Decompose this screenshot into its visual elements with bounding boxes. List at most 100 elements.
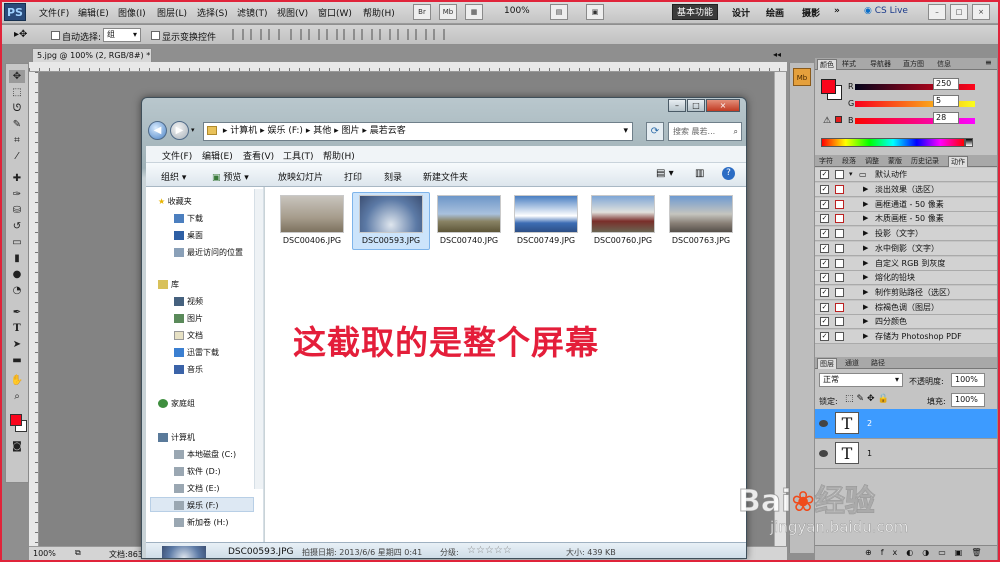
action-dialog-toggle[interactable] xyxy=(835,302,844,312)
search-input[interactable]: 搜索 晨若... ⌕ xyxy=(668,122,742,141)
action-dialog-toggle[interactable] xyxy=(835,273,844,283)
action-item[interactable]: ✓ ▶ 水中倒影（文字） xyxy=(815,241,997,256)
menu-view[interactable]: 视图(V) xyxy=(277,6,308,19)
bridge-button[interactable]: Br xyxy=(413,4,431,20)
recent-pages-icon[interactable]: ▾ xyxy=(191,126,195,134)
action-item[interactable]: ✓ ▶ 存储为 Photoshop PDF xyxy=(815,330,997,344)
nav-scrollbar[interactable] xyxy=(254,189,263,489)
nav-computer[interactable]: 计算机 xyxy=(158,432,195,443)
file-thumbnail[interactable] xyxy=(669,195,733,233)
organize-button[interactable]: 组织 ▾ xyxy=(161,170,186,183)
workspace-photography[interactable]: 摄影 xyxy=(802,6,820,19)
explorer-menu-tools[interactable]: 工具(T) xyxy=(283,149,314,162)
brush-tool-icon[interactable]: ✑ xyxy=(9,188,25,201)
file-thumbnail[interactable] xyxy=(591,195,655,233)
distribute-right-icon[interactable] xyxy=(433,29,445,40)
healing-brush-tool-icon[interactable]: ✚ xyxy=(9,172,25,185)
minibridge-button[interactable]: Mb xyxy=(439,4,457,20)
workspace-essentials[interactable]: 基本功能 xyxy=(672,4,718,20)
breadcrumb-drive[interactable]: 娱乐 (F:) xyxy=(268,126,303,136)
slideshow-button[interactable]: 放映幻灯片 xyxy=(278,170,323,183)
file-name[interactable]: DSC00760.JPG xyxy=(586,236,660,245)
action-check[interactable]: ✓ xyxy=(820,170,829,179)
layer-row[interactable]: T 2 xyxy=(815,409,997,439)
value-r[interactable]: 250 xyxy=(933,78,959,90)
status-export-icon[interactable]: ⧉ xyxy=(75,548,81,558)
file-name[interactable]: DSC00740.JPG xyxy=(432,236,506,245)
explorer-menu-edit[interactable]: 编辑(E) xyxy=(202,149,233,162)
value-b[interactable]: 28 xyxy=(933,112,959,124)
expand-icon[interactable]: ▶ xyxy=(863,271,868,284)
breadcrumb-computer[interactable]: 计算机 xyxy=(230,126,257,136)
expand-icon[interactable]: ▶ xyxy=(863,301,868,314)
tab-paragraph[interactable]: 段落 xyxy=(840,156,858,167)
expand-icon[interactable]: ▶ xyxy=(863,315,868,328)
nav-libraries[interactable]: 库 xyxy=(158,279,179,290)
preview-button[interactable]: ▣ 预览 ▾ xyxy=(212,170,249,183)
lasso-tool-icon[interactable]: ᘎ xyxy=(9,102,25,115)
action-check[interactable]: ✓ xyxy=(820,214,829,224)
nav-music[interactable]: 音乐 xyxy=(174,364,203,375)
menu-image[interactable]: 图像(I) xyxy=(118,6,146,19)
action-dialog-toggle[interactable] xyxy=(835,243,844,253)
move-tool-icon[interactable]: ✥ xyxy=(9,70,25,83)
nav-recent[interactable]: 最近访问的位置 xyxy=(174,247,243,258)
lock-options-icon[interactable]: ⬚✎✥🔒 xyxy=(845,394,892,404)
tab-color[interactable]: 颜色 xyxy=(817,59,837,70)
file-name[interactable]: DSC00406.JPG xyxy=(275,236,349,245)
preview-pane-icon[interactable]: ▥ xyxy=(695,168,704,179)
opacity-input[interactable]: 100% xyxy=(951,373,985,387)
restore-button[interactable]: □ xyxy=(950,4,968,20)
expand-icon[interactable]: ▶ xyxy=(863,212,868,225)
file-thumbnail[interactable] xyxy=(280,195,344,233)
address-dropdown-icon[interactable]: ▾ xyxy=(623,123,628,140)
align-vcenter-icon[interactable] xyxy=(250,29,262,40)
value-g[interactable]: 5 xyxy=(933,95,959,107)
nav-videos[interactable]: 视频 xyxy=(174,296,203,307)
expand-icon[interactable]: ▶ xyxy=(863,242,868,255)
status-zoom[interactable]: 100% xyxy=(33,549,56,558)
gradient-tool-icon[interactable]: ▮ xyxy=(9,252,25,265)
action-dialog-toggle[interactable] xyxy=(835,214,844,224)
action-item[interactable]: ✓ ▶ 四分颜色 xyxy=(815,315,997,330)
action-dialog-toggle[interactable] xyxy=(835,185,844,194)
action-item[interactable]: ✓ ▶ 自定义 RGB 到灰度 xyxy=(815,256,997,271)
tab-channels[interactable]: 通道 xyxy=(843,358,861,369)
nav-drive-d[interactable]: 软件 (D:) xyxy=(174,466,221,477)
action-set-row[interactable]: ✓ ▾ ▭ 默认动作 xyxy=(815,168,997,182)
new-folder-button[interactable]: 新建文件夹 xyxy=(423,170,468,183)
workspace-design[interactable]: 设计 xyxy=(732,6,750,19)
explorer-menu-help[interactable]: 帮助(H) xyxy=(323,149,355,162)
tab-paths[interactable]: 路径 xyxy=(869,358,887,369)
layer-row[interactable]: T 1 xyxy=(815,439,997,469)
nav-documents[interactable]: 文档 xyxy=(174,330,203,341)
cs-live-button[interactable]: ◉ CS Live xyxy=(864,6,908,16)
action-item[interactable]: ✓ ▶ 投影（文字） xyxy=(815,227,997,242)
panel-collapse-icon[interactable]: ◂◂ xyxy=(773,50,781,59)
minimize-button[interactable]: – xyxy=(928,4,946,20)
action-check[interactable]: ✓ xyxy=(820,273,829,283)
show-transform-checkbox[interactable] xyxy=(151,31,160,40)
explorer-minimize-button[interactable]: – xyxy=(668,99,686,112)
action-check[interactable]: ✓ xyxy=(820,302,829,312)
expand-icon[interactable]: ▾ xyxy=(849,168,853,181)
eraser-tool-icon[interactable]: ▭ xyxy=(9,236,25,249)
foreground-color-swatch[interactable] xyxy=(10,414,22,426)
pen-tool-icon[interactable]: ✒ xyxy=(9,306,25,319)
crop-tool-icon[interactable]: ⌗ xyxy=(9,134,25,147)
nav-drive-f[interactable]: 娱乐 (F:) xyxy=(174,500,218,511)
file-name[interactable]: DSC00763.JPG xyxy=(664,236,738,245)
align-hcenter-icon[interactable] xyxy=(308,29,320,40)
workspace-painting[interactable]: 绘画 xyxy=(766,6,784,19)
tab-adjustments[interactable]: 调整 xyxy=(863,156,881,167)
action-check[interactable]: ✓ xyxy=(820,229,829,239)
action-item[interactable]: ✓ ▶ 制作剪贴路径（选区） xyxy=(815,285,997,300)
explorer-maximize-button[interactable]: □ xyxy=(687,99,705,112)
clone-stamp-tool-icon[interactable]: ⛁ xyxy=(9,204,25,217)
tab-character[interactable]: 字符 xyxy=(817,156,835,167)
file-name[interactable]: DSC00749.JPG xyxy=(509,236,583,245)
tab-navigator[interactable]: 导航器 xyxy=(868,59,893,70)
arrange-documents-button[interactable]: ▤ xyxy=(550,4,568,20)
breadcrumb-other[interactable]: 其他 xyxy=(313,126,331,136)
action-dialog-toggle[interactable] xyxy=(835,229,844,239)
